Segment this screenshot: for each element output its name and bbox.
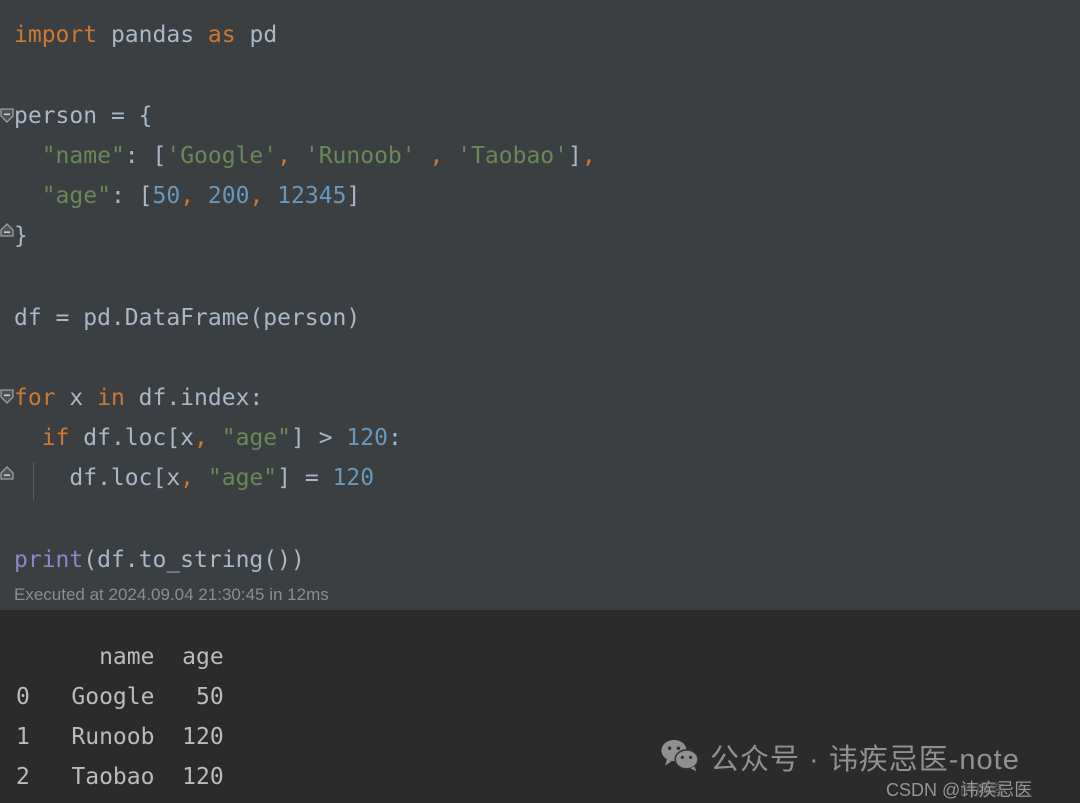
code-line-14: print(df.to_string()): [14, 547, 305, 573]
token-number-200: 200: [207, 183, 250, 209]
code-line-10: for x in df.index:: [14, 385, 264, 411]
spellcheck-squiggle: [305, 165, 416, 171]
token-number-120: 120: [332, 465, 375, 491]
output-line-row: 2 Taobao 120: [16, 764, 224, 790]
token-string-taobao: 'Taobao': [457, 143, 568, 169]
token-string-name-key: "name": [41, 143, 125, 169]
token-string-google: 'Google': [166, 143, 278, 169]
output-line-row: 0 Google 50: [16, 684, 224, 710]
token-string-age-index: "age": [221, 425, 291, 451]
code-line-12: df.loc[x, "age"] = 120: [14, 465, 375, 491]
token-keyword-for: for: [14, 385, 56, 411]
code-line-11: if df.loc[x, "age"] > 120:: [41, 425, 402, 451]
code-line-3: person = {: [14, 103, 153, 129]
token-number-50: 50: [152, 183, 181, 209]
code-line-6: }: [14, 223, 28, 249]
code-editor-screenshot: import pandas as pd person = { "name": […: [0, 0, 1080, 803]
token-identifier-pandas: pandas: [110, 22, 195, 48]
token-string-age-key: "age": [41, 183, 111, 209]
console-output-pane[interactable]: name age 0 Google 50 1 Runoob 120 2 Taob…: [0, 610, 1080, 803]
code-line-1: import pandas as pd: [14, 22, 277, 48]
execution-status-text: Executed at 2024.09.04 21:30:45 in 12ms: [14, 585, 329, 604]
token-keyword-if: if: [41, 425, 70, 451]
token-identifier-person: person: [14, 103, 98, 129]
code-line-4: "name": ['Google', 'Runoob' , 'Taobao'],: [14, 143, 596, 169]
code-line-5: "age": [50, 200, 12345]: [41, 183, 361, 209]
token-identifier-pd: pd: [249, 22, 278, 48]
token-string-runoob: 'Runoob': [305, 143, 416, 169]
token-number-120: 120: [346, 425, 388, 451]
output-line-header: name age: [16, 644, 224, 670]
token-keyword-in: in: [97, 385, 125, 411]
token-keyword-import: import: [14, 22, 98, 48]
token-string-age-index: "age": [207, 465, 278, 491]
token-number-12345: 12345: [277, 183, 347, 209]
code-text-layer[interactable]: import pandas as pd person = { "name": […: [0, 0, 1080, 610]
token-keyword-as: as: [207, 22, 236, 48]
code-line-8: df = pd.DataFrame(person): [14, 305, 361, 331]
output-line-row: 1 Runoob 120: [16, 724, 224, 750]
code-editor-pane[interactable]: import pandas as pd person = { "name": […: [0, 0, 1080, 610]
token-builtin-print: print: [14, 547, 84, 573]
